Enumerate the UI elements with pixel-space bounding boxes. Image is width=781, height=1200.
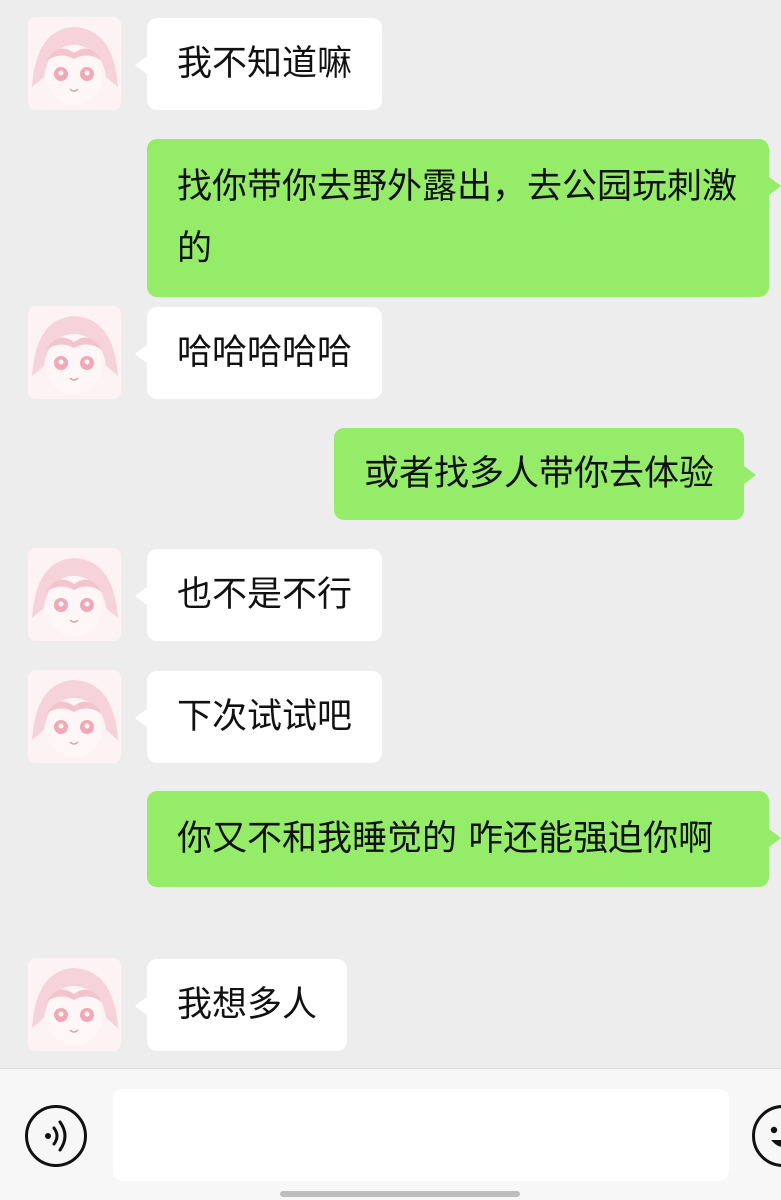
message-text: 哈哈哈哈哈 [177,333,353,373]
emoji-button[interactable] [752,1105,781,1167]
anime-girl-avatar-icon [28,306,121,399]
message-bubble[interactable]: 找你带你去野外露出，去公园玩刺激的 [147,139,781,297]
message-bubble[interactable]: 我想多人 [134,959,348,1051]
message-list[interactable]: 我不知道嘛 找你带你去野外露出，去公园玩刺激的 哈哈哈哈哈 或者找多人带你去体验… [0,0,781,1068]
message-bubble[interactable]: 哈哈哈哈哈 [134,307,383,399]
contact-avatar[interactable] [28,548,121,641]
chat-input-bar [0,1068,781,1200]
anime-girl-avatar-icon [28,17,121,110]
anime-girl-avatar-icon [28,548,121,641]
message-bubble[interactable]: 也不是不行 [134,549,383,641]
message-bubble[interactable]: 你又不和我睡觉的 咋还能强迫你啊 [147,791,781,887]
anime-girl-avatar-icon [28,670,121,763]
home-indicator[interactable] [280,1191,520,1197]
message-input[interactable] [113,1089,729,1181]
contact-avatar[interactable] [28,306,121,399]
message-text: 找你带你去野外露出，去公园玩刺激的 [177,167,738,269]
message-bubble[interactable]: 下次试试吧 [134,671,383,763]
message-text: 也不是不行 [177,575,353,615]
contact-avatar[interactable] [28,670,121,763]
emoji-icon [770,1126,781,1147]
message-text: 或者找多人带你去体验 [364,454,715,494]
message-text: 我不知道嘛 [177,44,353,84]
contact-avatar[interactable] [28,958,121,1051]
message-text: 下次试试吧 [177,697,353,737]
voice-icon [45,1120,67,1152]
message-bubble[interactable]: 或者找多人带你去体验 [334,428,757,520]
message-text: 你又不和我睡觉的 咋还能强迫你啊 [177,819,714,859]
message-text: 我想多人 [177,985,318,1025]
chat-screen: 我不知道嘛 找你带你去野外露出，去公园玩刺激的 哈哈哈哈哈 或者找多人带你去体验… [0,0,781,1200]
voice-input-button[interactable] [25,1105,87,1167]
message-bubble[interactable]: 我不知道嘛 [134,18,383,110]
contact-avatar[interactable] [28,17,121,110]
anime-girl-avatar-icon [28,958,121,1051]
